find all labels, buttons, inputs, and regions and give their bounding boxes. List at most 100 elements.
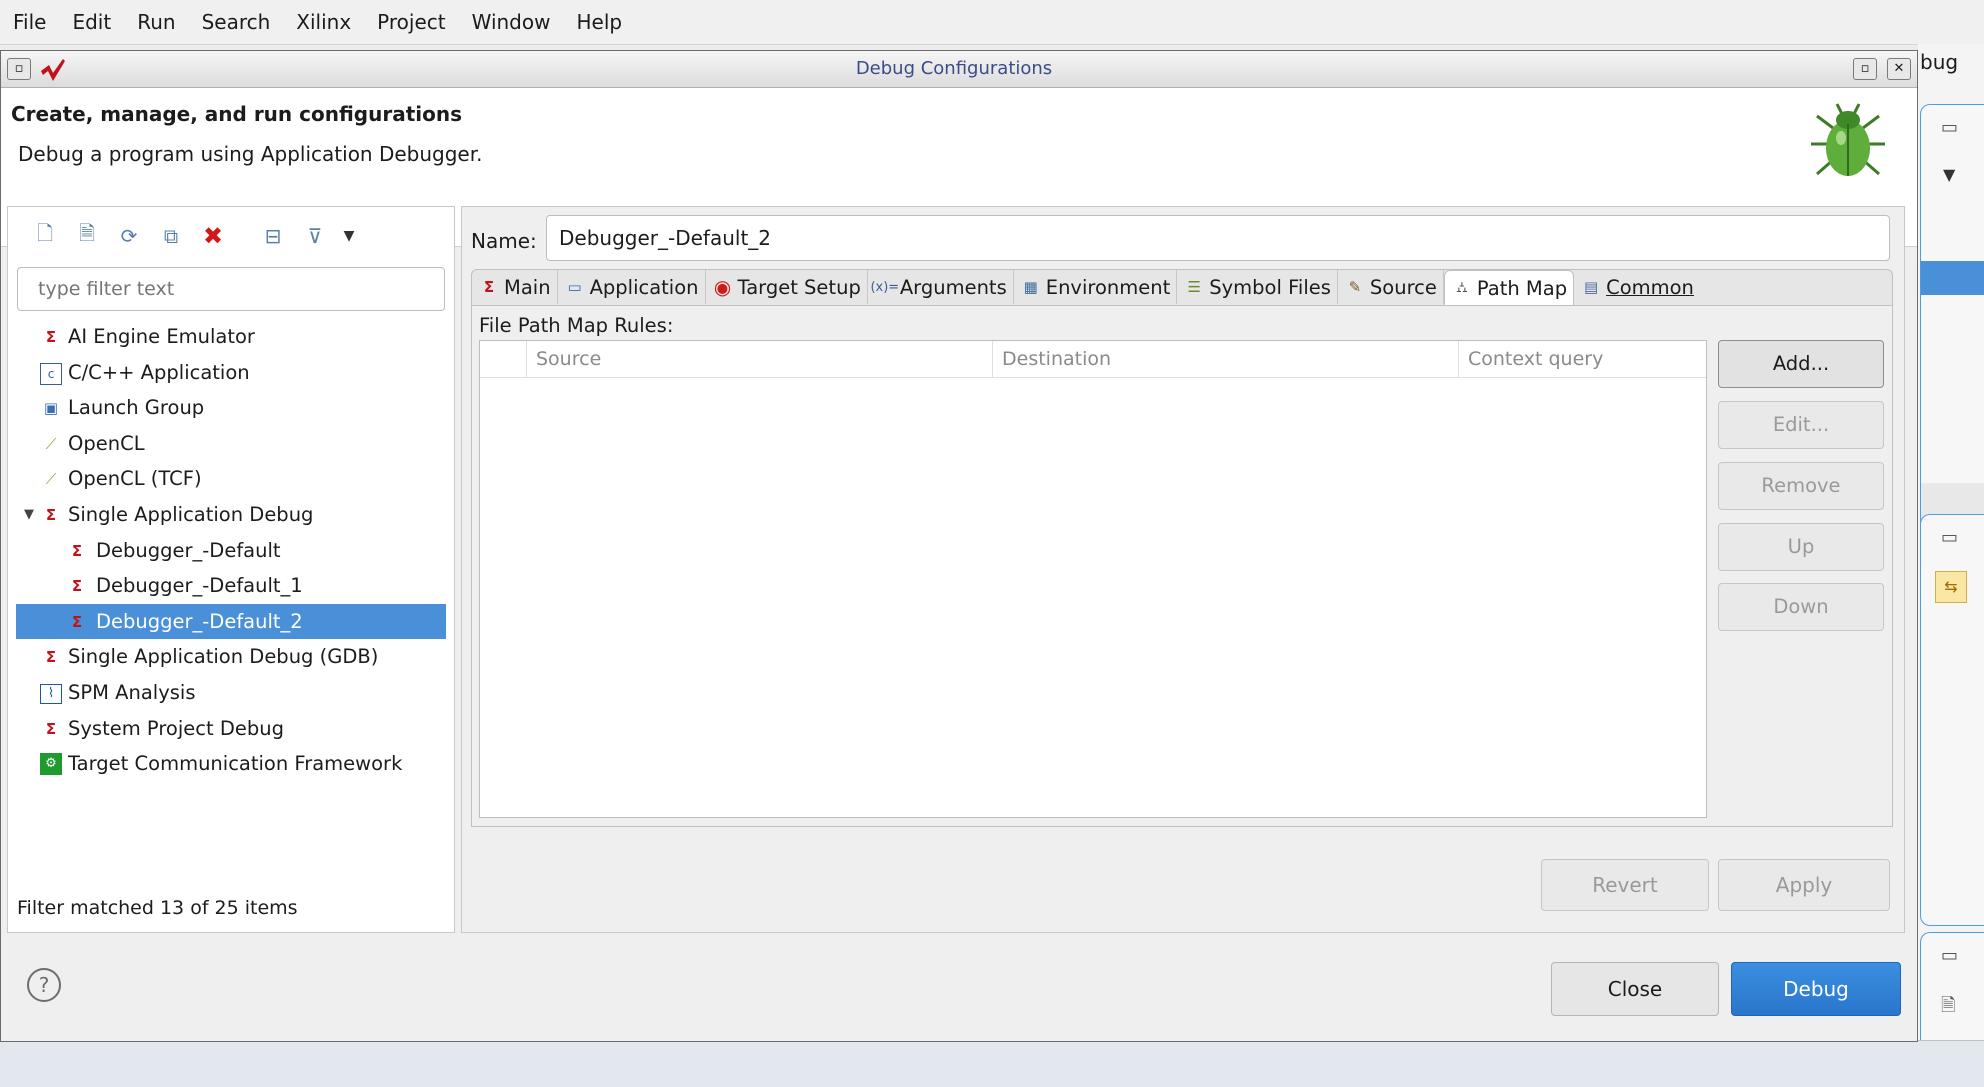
remove-button[interactable]: Remove: [1718, 462, 1884, 510]
filter-icon[interactable]: ⊽: [298, 221, 332, 251]
filter-input[interactable]: [17, 267, 445, 311]
remove-label: Remove: [1761, 474, 1841, 497]
link-editor-icon[interactable]: ⇆: [1935, 571, 1967, 603]
menu-file[interactable]: File: [0, 0, 59, 44]
xilinx-tcf-icon: Σ: [45, 328, 57, 346]
tree-item-label: OpenCL: [68, 431, 145, 455]
debug-button[interactable]: Debug: [1731, 962, 1901, 1016]
expand-chevron-icon[interactable]: ▼: [18, 504, 40, 526]
path-map-icon: ⛼: [1456, 278, 1468, 296]
minimize-view-icon-2[interactable]: ▭: [1941, 527, 1958, 548]
configuration-list-pane: 🗋 🗎 ⟳ ⧉ ✖ ⊟ ⊽ ▼ Σ AI Engine Emulator c C…: [7, 206, 455, 933]
environment-icon: ▦: [1023, 278, 1038, 296]
menu-chevron-icon[interactable]: ▼: [340, 221, 358, 251]
dialog-title: Debug Configurations: [855, 58, 1053, 79]
export-icon[interactable]: ⟳: [112, 221, 146, 251]
background-view-card: ▭ ▼: [1920, 104, 1984, 566]
tcf-icon: ⚙: [40, 753, 62, 776]
list-toolbar: 🗋 🗎 ⟳ ⧉ ✖ ⊟ ⊽ ▼: [28, 221, 358, 251]
tree-item-debugger-default-1[interactable]: Σ Debugger_-Default_1: [16, 568, 446, 604]
add-button[interactable]: Add...: [1718, 340, 1884, 388]
common-icon: ▤: [1583, 278, 1599, 296]
tree-item-ai-engine-emulator[interactable]: Σ AI Engine Emulator: [16, 319, 446, 355]
tree-item-label: Debugger_-Default_2: [96, 609, 303, 633]
tab-path-map[interactable]: ⛼ Path Map: [1443, 270, 1575, 305]
name-label: Name:: [471, 229, 537, 253]
path-map-table[interactable]: Source Destination Context query: [479, 340, 1707, 818]
debug-perspective-tab[interactable]: bug: [1920, 50, 1958, 74]
tree-item-label: Single Application Debug: [68, 502, 314, 526]
checkbox-column-header: [480, 341, 526, 377]
tab-label: Arguments: [899, 275, 1007, 299]
config-tabs: Σ Main ▭ Application ◉ Target Setup (x)= Arg…: [471, 269, 1893, 305]
xilinx-gdb-icon: Σ: [45, 648, 57, 667]
menu-edit[interactable]: Edit: [59, 0, 124, 44]
name-field[interactable]: [546, 215, 1890, 261]
tree-item-system-project-debug[interactable]: Σ System Project Debug: [16, 711, 446, 747]
menu-xilinx[interactable]: Xilinx: [283, 0, 364, 44]
tree-item-opencl[interactable]: ⟋ OpenCL: [16, 426, 446, 462]
up-label: Up: [1787, 535, 1815, 558]
menu-project[interactable]: Project: [364, 0, 458, 44]
tree-item-single-application-debug-gdb[interactable]: Σ Single Application Debug (GDB): [16, 639, 446, 675]
tree-item-opencl-tcf[interactable]: ⟋ OpenCL (TCF): [16, 461, 446, 497]
close-button[interactable]: Close: [1551, 962, 1719, 1016]
symbol-files-icon: ☰: [1187, 278, 1201, 296]
tree-item-debugger-default-2[interactable]: Σ Debugger_-Default_2: [16, 603, 446, 640]
new-config-icon[interactable]: 🗋: [28, 221, 62, 251]
tab-arguments[interactable]: (x)= Arguments: [868, 270, 1014, 304]
duplicate-icon[interactable]: ⧉: [154, 221, 188, 251]
up-button[interactable]: Up: [1718, 523, 1884, 571]
column-destination[interactable]: Destination: [992, 341, 1458, 377]
tab-main[interactable]: Σ Main: [472, 270, 558, 304]
tab-source[interactable]: ✎ Source: [1338, 270, 1444, 304]
menu-help[interactable]: Help: [563, 0, 635, 44]
tree-item-single-application-debug[interactable]: ▼ Σ Single Application Debug: [16, 497, 446, 533]
down-button[interactable]: Down: [1718, 583, 1884, 631]
spm-chart-icon: ⌇: [40, 683, 62, 704]
tab-symbol-files[interactable]: ☰ Symbol Files: [1177, 270, 1338, 304]
menu-run[interactable]: Run: [124, 0, 188, 44]
help-icon[interactable]: ?: [27, 968, 61, 1002]
maximize-icon[interactable]: ▫: [1853, 58, 1877, 80]
column-context-query[interactable]: Context query: [1458, 341, 1706, 377]
xilinx-icon: Σ: [483, 278, 495, 296]
edit-label: Edit...: [1772, 413, 1830, 436]
debug-bug-icon: [1803, 98, 1893, 188]
view-menu-icon[interactable]: ▼: [1943, 165, 1955, 184]
tab-target-setup[interactable]: ◉ Target Setup: [706, 270, 868, 304]
tree-item-target-communication-framework[interactable]: ⚙ Target Communication Framework: [16, 746, 446, 782]
close-window-icon[interactable]: ✕: [1887, 58, 1911, 80]
apply-button[interactable]: Apply: [1718, 859, 1890, 911]
header-description: Debug a program using Application Debugg…: [18, 142, 483, 166]
menu-search[interactable]: Search: [189, 0, 284, 44]
new-prototype-icon[interactable]: 🗎: [70, 221, 104, 251]
tree-item-label: Debugger_-Default: [96, 538, 281, 562]
arguments-icon: (x)=: [870, 279, 900, 295]
console-clear-icon[interactable]: 🗎: [1941, 993, 1955, 1023]
source-icon: ✎: [1348, 278, 1362, 296]
tab-environment[interactable]: ▦ Environment: [1014, 270, 1178, 304]
menu-window[interactable]: Window: [459, 0, 564, 44]
tree-item-debugger-default[interactable]: Σ Debugger_-Default: [16, 533, 446, 569]
revert-button[interactable]: Revert: [1541, 859, 1709, 911]
xilinx-tcf-icon: Σ: [45, 505, 57, 524]
workbench-background: bug ▭ ▼ ▭ ⇆ ▭ 🗎: [1918, 44, 1984, 1084]
tab-common[interactable]: ▤ Common: [1574, 270, 1700, 304]
tree-item-spm-analysis[interactable]: ⌇ SPM Analysis: [16, 675, 446, 711]
tree-item-launch-group[interactable]: ▣ Launch Group: [16, 390, 446, 426]
minimize-view-icon[interactable]: ▭: [1941, 117, 1958, 138]
minimize-view-icon-3[interactable]: ▭: [1941, 945, 1958, 966]
tab-label: Path Map: [1476, 276, 1568, 300]
collapse-all-icon[interactable]: ⊟: [256, 221, 290, 251]
delete-icon[interactable]: ✖: [196, 221, 230, 251]
tree-item-label: Single Application Debug (GDB): [68, 645, 379, 669]
menubar: File Edit Run Search Xilinx Project Wind…: [0, 0, 1984, 45]
edit-button[interactable]: Edit...: [1718, 401, 1884, 449]
toolbar-separator: [238, 221, 248, 251]
tree-item-cpp-application[interactable]: c C/C++ Application: [16, 355, 446, 391]
tab-application[interactable]: ▭ Application: [558, 270, 706, 304]
target-icon: ◉: [713, 275, 732, 299]
column-source[interactable]: Source: [526, 341, 992, 377]
add-label: Add...: [1772, 352, 1830, 375]
